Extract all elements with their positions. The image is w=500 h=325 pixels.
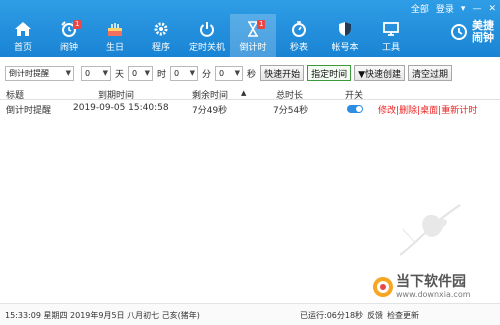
hours-select[interactable]: 0 ▼ xyxy=(128,65,154,81)
nav-label: 闹钟 xyxy=(59,43,78,53)
desktop-link[interactable]: 桌面 xyxy=(420,106,438,116)
row-due-time: 2019-09-05 15:40:58 xyxy=(73,103,169,113)
days-unit-label: 天 xyxy=(115,69,125,80)
row-actions: 修改|删除|桌面|重新计时 xyxy=(378,103,477,116)
login-button[interactable]: 登录 xyxy=(436,2,454,15)
column-header-title[interactable]: 标题 xyxy=(6,88,24,101)
column-header-due[interactable]: 到期时间 xyxy=(98,88,134,101)
nav-birthday[interactable]: 生日 xyxy=(92,14,138,57)
nav-label: 定时关机 xyxy=(188,43,225,53)
minimize-button[interactable]: — xyxy=(472,4,481,14)
nav-label: 秒表 xyxy=(289,43,308,53)
nav-shutdown[interactable]: 定时关机 xyxy=(184,14,230,57)
alarm-badge: 1 xyxy=(73,20,82,29)
hours-value: 0 xyxy=(132,68,138,78)
gear-icon xyxy=(151,21,171,37)
nav-label: 生日 xyxy=(105,43,124,53)
chevron-down-icon: ▼ xyxy=(102,68,108,77)
minutes-value: 0 xyxy=(174,68,180,78)
main-nav: 首页 1 闹钟 生日 程序 定时关机 1 倒计时 秒表 帐号本 工具 xyxy=(0,14,414,57)
column-header-switch[interactable]: 开关 xyxy=(345,88,363,101)
status-right: 已运行:06分18秒 反馈 检查更新 xyxy=(300,310,419,321)
brand-logo: 美捷 闹钟 xyxy=(450,20,494,44)
nav-label: 首页 xyxy=(13,43,32,53)
column-header-total[interactable]: 总时长 xyxy=(276,88,303,101)
monitor-icon xyxy=(381,21,401,37)
power-icon xyxy=(197,21,217,37)
nav-countdown[interactable]: 1 倒计时 xyxy=(230,14,276,57)
seconds-unit-label: 秒 xyxy=(247,69,257,80)
quick-start-button[interactable]: 快速开始 xyxy=(260,65,305,81)
row-switch-toggle[interactable] xyxy=(347,103,363,113)
brand-line-2: 闹钟 xyxy=(472,31,494,44)
minutes-select[interactable]: 0 ▼ xyxy=(170,65,199,81)
toggle-on xyxy=(347,105,363,113)
nav-label: 帐号本 xyxy=(331,43,359,53)
chevron-down-icon: ▼ xyxy=(144,68,151,77)
watermark-title: 当下软件园 xyxy=(396,274,466,290)
column-header-remaining[interactable]: 剩余时间 xyxy=(192,88,228,101)
window-controls: 全部 登录 ▾ — ✕ xyxy=(411,2,496,16)
status-bar: 15:33:09 星期四 2019年9月5日 八月初七 己亥(猪年) 已运行:0… xyxy=(0,303,500,325)
close-button[interactable]: ✕ xyxy=(488,4,496,14)
status-datetime: 15:33:09 星期四 2019年9月5日 八月初七 己亥(猪年) xyxy=(5,311,200,320)
nav-account-book[interactable]: 帐号本 xyxy=(322,14,368,57)
countdown-badge: 1 xyxy=(257,20,266,29)
brand-clock-icon xyxy=(451,24,467,40)
nav-tools[interactable]: 工具 xyxy=(368,14,414,57)
menu-button[interactable]: ▾ xyxy=(461,4,466,14)
minutes-unit-label: 分 xyxy=(202,69,212,80)
sort-asc-icon: ▲ xyxy=(241,89,247,97)
clear-expired-button[interactable]: 清空过期 xyxy=(408,65,453,81)
restart-timer-link[interactable]: 重新计时 xyxy=(441,106,477,116)
quick-create-button[interactable]: ▼快速创建 xyxy=(354,65,406,81)
table-header: 标题 到期时间 剩余时间 ▲ 总时长 开关 xyxy=(0,88,500,101)
seconds-value: 0 xyxy=(219,68,225,78)
reminder-type-select[interactable]: 倒计时提醒 ▼ xyxy=(5,65,74,81)
title-bar: 全部 登录 ▾ — ✕ 首页 1 闹钟 生日 程序 定时关机 1 倒计时 秒表 … xyxy=(0,0,500,57)
nav-label: 程序 xyxy=(151,43,170,53)
nav-program[interactable]: 程序 xyxy=(138,14,184,57)
table-row[interactable]: 倒计时提醒 2019-09-05 15:40:58 7分49秒 7分54秒 修改… xyxy=(0,102,500,116)
nav-home[interactable]: 首页 xyxy=(0,14,46,57)
nav-label: 工具 xyxy=(381,43,400,53)
home-icon xyxy=(13,21,33,37)
countdown-toolbar: 倒计时提醒 ▼ 0 ▼ 天 0 ▼ 时 0 ▼ 分 0 ▼ 秒 快速开始 指定时… xyxy=(0,62,500,84)
seconds-select[interactable]: 0 ▼ xyxy=(215,65,244,81)
days-select[interactable]: 0 ▼ xyxy=(81,65,111,81)
runtime-text: 已运行:06分18秒 xyxy=(300,311,364,320)
downxia-logo-icon xyxy=(373,277,393,297)
reminder-type-value: 倒计时提醒 xyxy=(9,68,49,78)
feedback-link[interactable]: 反馈 xyxy=(367,310,383,321)
edit-link[interactable]: 修改 xyxy=(378,106,396,116)
stopwatch-icon xyxy=(289,21,309,37)
cake-icon xyxy=(105,21,125,37)
chevron-down-icon: ▼ xyxy=(189,68,196,77)
downxia-watermark: 当下软件园 www.downxia.com xyxy=(372,275,471,299)
nav-alarm[interactable]: 1 闹钟 xyxy=(46,14,92,57)
nav-stopwatch[interactable]: 秒表 xyxy=(276,14,322,57)
set-time-button[interactable]: 指定时间 xyxy=(307,65,352,81)
check-update-link[interactable]: 检查更新 xyxy=(387,310,419,321)
chevron-down-icon: ▼ xyxy=(65,68,71,77)
delete-link[interactable]: 删除 xyxy=(399,106,417,116)
chevron-down-icon: ▼ xyxy=(234,68,241,77)
hours-unit-label: 时 xyxy=(157,69,167,80)
nav-label: 倒计时 xyxy=(239,43,267,53)
watermark-url: www.downxia.com xyxy=(396,290,471,299)
days-value: 0 xyxy=(85,68,91,78)
row-title: 倒计时提醒 xyxy=(6,106,52,116)
row-remaining: 7分49秒 xyxy=(192,106,228,116)
shield-icon xyxy=(335,21,355,37)
bird-branch-watermark xyxy=(395,185,465,263)
row-total: 7分54秒 xyxy=(273,106,309,116)
